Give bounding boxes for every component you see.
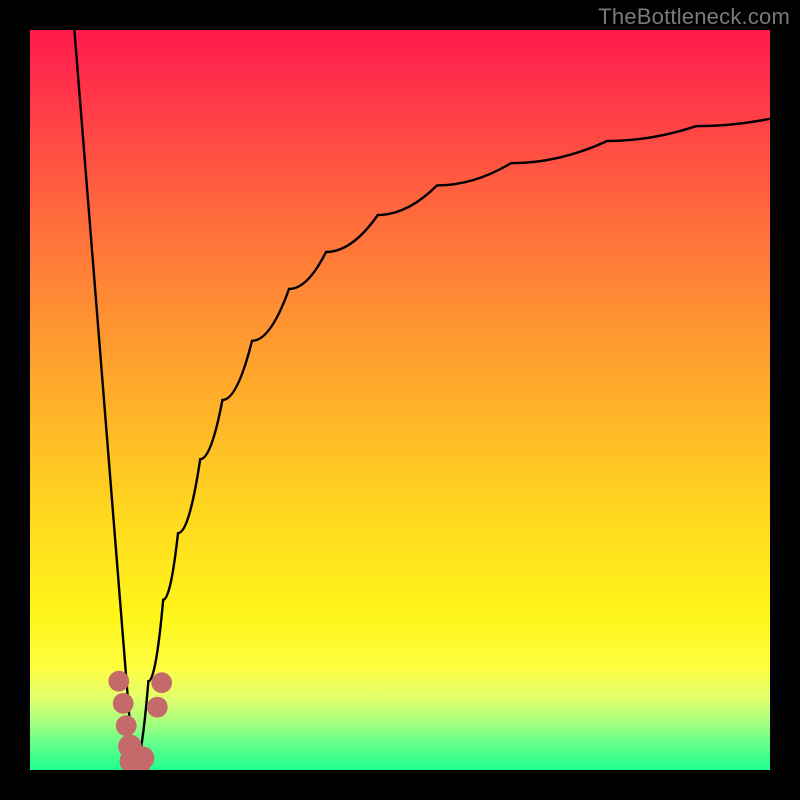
data-dot — [131, 746, 155, 770]
data-dot — [108, 671, 129, 692]
data-dots — [30, 30, 770, 770]
data-dot — [147, 697, 168, 718]
data-dot — [151, 672, 172, 693]
data-dot — [113, 693, 134, 714]
chart-frame: TheBottleneck.com — [0, 0, 800, 800]
plot-area — [30, 30, 770, 770]
watermark-text: TheBottleneck.com — [598, 4, 790, 30]
data-dot — [116, 715, 137, 736]
